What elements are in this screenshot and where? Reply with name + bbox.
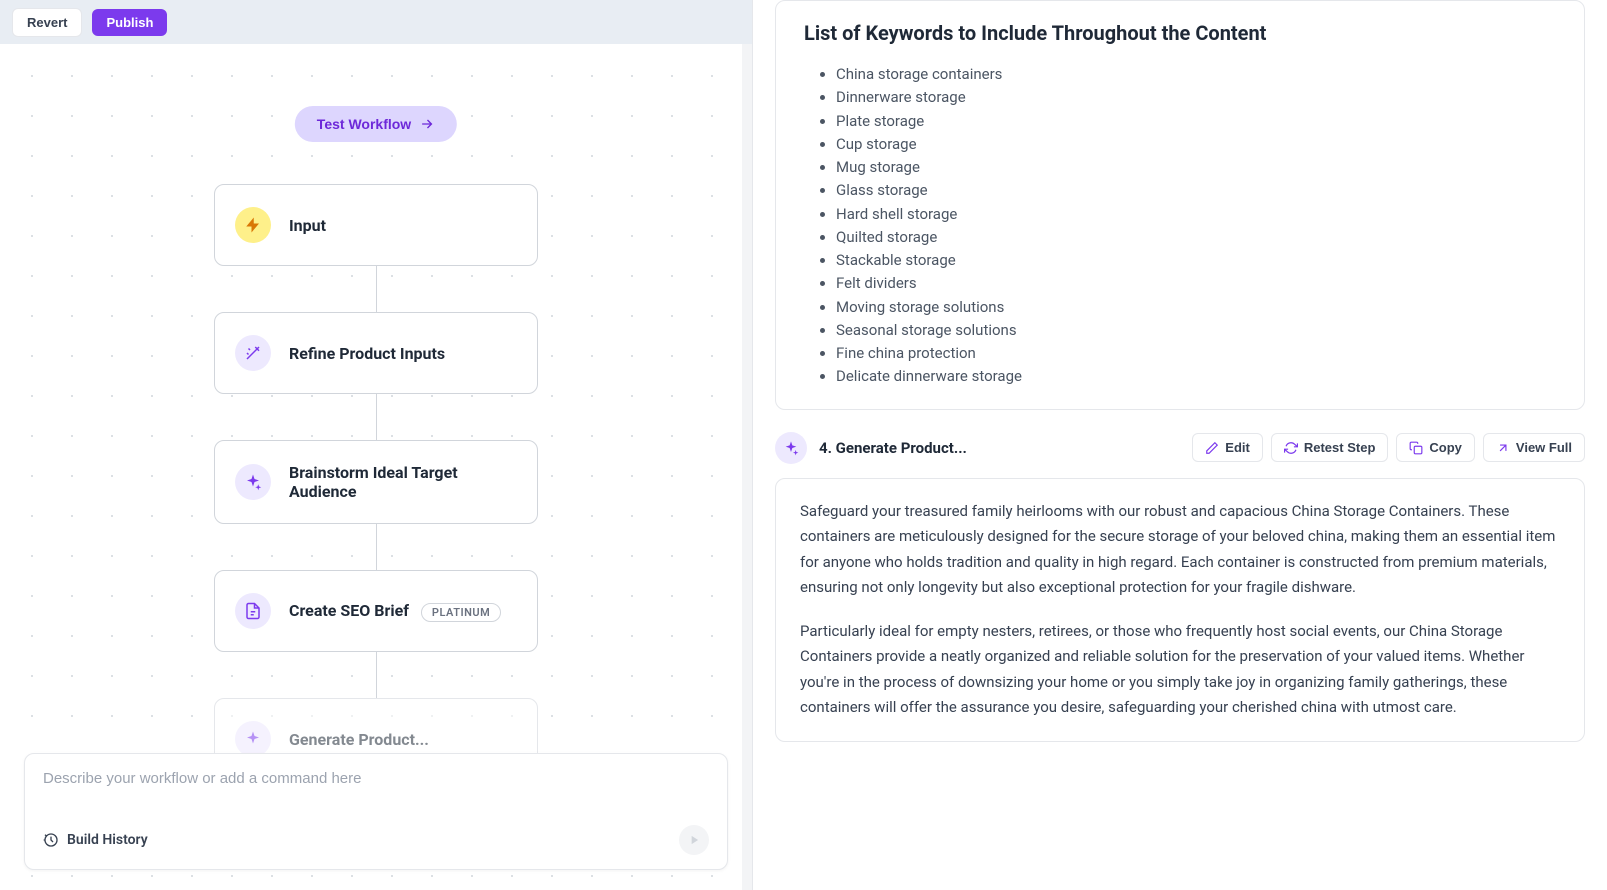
step4-actions: Edit Retest Step Copy View Full (1192, 433, 1585, 462)
copy-button[interactable]: Copy (1396, 433, 1475, 462)
sparkle-icon (235, 464, 271, 500)
command-footer: Build History (43, 825, 709, 855)
keyword-item: Stackable storage (836, 249, 1556, 272)
keyword-item: Plate storage (836, 110, 1556, 133)
step4-p1: Safeguard your treasured family heirloom… (800, 499, 1560, 601)
step4-body: Safeguard your treasured family heirloom… (775, 478, 1585, 742)
viewfull-label: View Full (1516, 440, 1572, 455)
test-workflow-button[interactable]: Test Workflow (295, 106, 457, 142)
step4-p2: Particularly ideal for empty nesters, re… (800, 619, 1560, 721)
sparkle-icon (235, 721, 271, 757)
node-brainstorm[interactable]: Brainstorm Ideal Target Audience (214, 440, 538, 524)
expand-icon (1496, 441, 1510, 455)
keyword-item: China storage containers (836, 63, 1556, 86)
viewfull-button[interactable]: View Full (1483, 433, 1585, 462)
workflow-canvas[interactable]: Test Workflow Input Refine Product Input… (0, 44, 752, 890)
keywords-heading: List of Keywords to Include Throughout t… (804, 21, 1556, 45)
retest-label: Retest Step (1304, 440, 1376, 455)
node-brainstorm-title: Brainstorm Ideal Target Audience (289, 463, 517, 501)
keyword-item: Cup storage (836, 133, 1556, 156)
keyword-item: Hard shell storage (836, 203, 1556, 226)
workflow-panel: Revert Publish Test Workflow Input Refin… (0, 0, 753, 890)
toolbar: Revert Publish (0, 0, 752, 44)
keyword-item: Felt dividers (836, 272, 1556, 295)
refresh-icon (1284, 441, 1298, 455)
step4-title: 4. Generate Product... (819, 439, 967, 457)
revert-button[interactable]: Revert (12, 8, 82, 37)
keyword-item: Moving storage solutions (836, 296, 1556, 319)
output-panel[interactable]: List of Keywords to Include Throughout t… (753, 0, 1607, 890)
test-workflow-label: Test Workflow (317, 116, 411, 132)
node-generate-title: Generate Product... (289, 730, 429, 749)
node-seo-title: Create SEO Brief (289, 601, 409, 620)
edit-button[interactable]: Edit (1192, 433, 1263, 462)
node-input[interactable]: Input (214, 184, 538, 266)
keyword-item: Dinnerware storage (836, 86, 1556, 109)
keyword-item: Fine china protection (836, 342, 1556, 365)
pencil-icon (1205, 441, 1219, 455)
bolt-icon (235, 207, 271, 243)
keywords-card: List of Keywords to Include Throughout t… (775, 0, 1585, 410)
node-input-title: Input (289, 216, 326, 235)
step4-card: 4. Generate Product... Edit Retest Step … (775, 432, 1585, 742)
edit-label: Edit (1225, 440, 1250, 455)
node-refine-title: Refine Product Inputs (289, 344, 445, 363)
command-input[interactable] (43, 770, 709, 787)
arrow-right-icon (419, 116, 435, 132)
document-icon (235, 593, 271, 629)
play-icon (687, 833, 701, 847)
sparkle-icon (775, 432, 807, 464)
send-button[interactable] (679, 825, 709, 855)
history-icon (43, 832, 59, 848)
keywords-list: China storage containersDinnerware stora… (804, 63, 1556, 389)
keyword-item: Seasonal storage solutions (836, 319, 1556, 342)
connector (376, 652, 377, 698)
keyword-item: Delicate dinnerware storage (836, 365, 1556, 388)
keyword-item: Glass storage (836, 179, 1556, 202)
copy-label: Copy (1429, 440, 1462, 455)
connector (376, 266, 377, 312)
node-refine[interactable]: Refine Product Inputs (214, 312, 538, 394)
connector (376, 524, 377, 570)
retest-button[interactable]: Retest Step (1271, 433, 1389, 462)
wand-icon (235, 335, 271, 371)
connector (376, 394, 377, 440)
copy-icon (1409, 441, 1423, 455)
node-seo[interactable]: Create SEO Brief PLATINUM (214, 570, 538, 652)
keyword-item: Mug storage (836, 156, 1556, 179)
command-bar: Build History (24, 753, 728, 870)
node-column: Input Refine Product Inputs Brainstorm I… (214, 184, 538, 780)
build-history-button[interactable]: Build History (43, 832, 148, 848)
platinum-badge: PLATINUM (421, 603, 501, 622)
build-history-label: Build History (67, 832, 148, 848)
publish-button[interactable]: Publish (92, 9, 167, 36)
step4-header-left: 4. Generate Product... (775, 432, 967, 464)
keyword-item: Quilted storage (836, 226, 1556, 249)
step4-header: 4. Generate Product... Edit Retest Step … (775, 432, 1585, 464)
